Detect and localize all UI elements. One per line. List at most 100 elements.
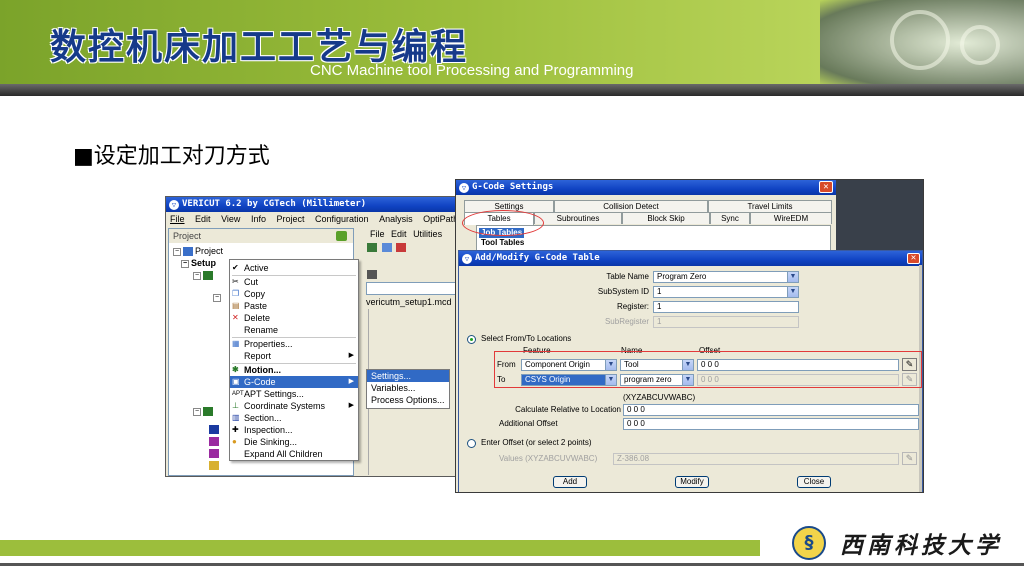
menu-item-inspection[interactable]: ✚ Inspection...: [230, 424, 358, 436]
project-panel-title: Project: [173, 231, 202, 241]
tab-wireedm[interactable]: WireEDM: [750, 212, 832, 224]
collapse-icon[interactable]: −: [173, 247, 181, 256]
additional-offset-input[interactable]: 0 0 0: [623, 418, 919, 430]
calc-relative-input[interactable]: 0 0 0: [623, 404, 919, 416]
menu-item-label: Copy: [244, 289, 266, 299]
menu-project[interactable]: Project: [276, 214, 304, 224]
tree-item-nc-program[interactable]: [209, 435, 221, 447]
chevron-down-icon[interactable]: ▼: [605, 375, 616, 385]
menu-item-coordinate-systems[interactable]: ⊥ Coordinate Systems ▶: [230, 400, 358, 412]
menu-item-section[interactable]: ▥ Section...: [230, 412, 358, 424]
tab-collision-detect[interactable]: Collision Detect: [554, 200, 708, 212]
menu-edit[interactable]: Edit: [195, 214, 211, 224]
file-path-field[interactable]: [366, 282, 460, 295]
menu-view[interactable]: View: [221, 214, 240, 224]
print-icon[interactable]: [381, 243, 392, 252]
scissors-icon: ✂: [232, 277, 239, 286]
add-modify-titlebar[interactable]: ▽ Add/Modify G-Code Table ✕: [459, 251, 922, 266]
menu-item-copy[interactable]: ❐ Copy: [230, 288, 358, 300]
add-modify-dialog: ▽ Add/Modify G-Code Table ✕ Table Name P…: [458, 250, 923, 492]
menu-item-delete[interactable]: ✕ Delete: [230, 312, 358, 324]
grid-icon[interactable]: [367, 243, 377, 252]
tree-item-component[interactable]: −: [213, 291, 223, 303]
menu-item-die-sinking[interactable]: ● Die Sinking...: [230, 436, 358, 448]
zoom-icon[interactable]: [367, 270, 377, 279]
check-icon[interactable]: [396, 243, 407, 252]
from-name-value: Tool: [624, 360, 639, 369]
vericut-titlebar[interactable]: ▽ VERICUT 6.2 by CGTech (Millimeter): [166, 197, 460, 212]
close-icon[interactable]: ✕: [907, 253, 920, 264]
from-name-select[interactable]: Tool ▼: [620, 359, 694, 371]
to-name-select[interactable]: program zero ▼: [620, 374, 694, 386]
collapse-icon[interactable]: −: [213, 293, 221, 302]
menu-item-cut[interactable]: ✂ Cut: [230, 276, 358, 288]
apt-icon: APT: [232, 391, 244, 397]
select-fromto-radio[interactable]: [467, 335, 476, 344]
from-feature-select[interactable]: Component Origin ▼: [521, 359, 617, 371]
menu-item-label: Properties...: [244, 339, 293, 349]
chevron-down-icon[interactable]: ▼: [787, 287, 798, 297]
add-icon[interactable]: [336, 231, 347, 241]
tab-block-skip[interactable]: Block Skip: [622, 212, 710, 224]
submenu-item-settings[interactable]: Settings...: [367, 370, 449, 382]
enter-offset-radio[interactable]: [467, 439, 476, 448]
tree-item-machine[interactable]: −: [193, 269, 215, 281]
menu-info[interactable]: Info: [251, 214, 266, 224]
project-panel-header: Project: [169, 229, 353, 243]
select-fromto-label: Select From/To Locations: [481, 334, 572, 343]
menu-item-gcode[interactable]: ▣ G-Code ▶: [230, 376, 358, 388]
collapse-icon[interactable]: −: [193, 407, 201, 416]
tab-travel-limits[interactable]: Travel Limits: [708, 200, 832, 212]
tree-item-saved-file[interactable]: [209, 459, 221, 471]
menu-item-motion[interactable]: ✱ Motion...: [230, 364, 358, 376]
view-menu-file[interactable]: File: [370, 229, 385, 239]
from-label: From: [497, 360, 516, 369]
close-icon[interactable]: ✕: [819, 181, 833, 193]
subsystem-select[interactable]: 1 ▼: [653, 286, 799, 298]
values-label: Values (XYZABCUVWABC): [499, 454, 598, 463]
table-name-select[interactable]: Program Zero ▼: [653, 271, 799, 283]
tree-item-project[interactable]: − Project: [173, 245, 223, 257]
check-icon: ✔: [232, 263, 239, 272]
modify-button[interactable]: Modify: [675, 476, 709, 488]
menu-item-rename[interactable]: Rename: [230, 324, 358, 336]
tree-item-label: Project: [195, 246, 224, 256]
submenu-item-variables[interactable]: Variables...: [367, 382, 449, 394]
menu-item-paste[interactable]: ▤ Paste: [230, 300, 358, 312]
chevron-down-icon[interactable]: ▼: [605, 360, 616, 370]
chevron-down-icon[interactable]: ▼: [682, 360, 693, 370]
menu-item-label: Motion...: [244, 365, 281, 375]
chevron-down-icon[interactable]: ▼: [682, 375, 693, 385]
view-menu-edit[interactable]: Edit: [391, 229, 407, 239]
tab-subroutines[interactable]: Subroutines: [534, 212, 622, 224]
machine-tool-image: [820, 0, 1024, 86]
collapse-icon[interactable]: −: [193, 271, 201, 280]
tree-item-nc-subroutine[interactable]: [209, 447, 221, 459]
add-button[interactable]: Add: [553, 476, 587, 488]
tab-sync[interactable]: Sync: [710, 212, 750, 224]
chevron-down-icon[interactable]: ▼: [787, 272, 798, 282]
subregister-label: SubRegister: [604, 317, 649, 326]
tree-item-tooling[interactable]: [209, 423, 221, 435]
pick-location-icon[interactable]: ✎: [902, 358, 917, 371]
menu-item-expand-all[interactable]: Expand All Children: [230, 448, 358, 460]
menu-item-apt-settings[interactable]: APT APT Settings...: [230, 388, 358, 400]
to-feature-select[interactable]: CSYS Origin ▼: [521, 374, 617, 386]
list-item-tool-tables[interactable]: Tool Tables: [479, 238, 526, 248]
menu-optipath[interactable]: OptiPath: [423, 214, 458, 224]
submenu-item-process-options[interactable]: Process Options...: [367, 394, 449, 406]
close-button[interactable]: Close: [797, 476, 831, 488]
menu-item-active[interactable]: ✔ Active: [230, 262, 358, 274]
menu-file[interactable]: File: [170, 214, 185, 224]
register-input[interactable]: 1: [653, 301, 799, 313]
menu-configuration[interactable]: Configuration: [315, 214, 369, 224]
from-offset-input[interactable]: 0 0 0: [697, 359, 899, 371]
menu-item-report[interactable]: Report ▶: [230, 350, 358, 362]
collapse-icon[interactable]: −: [181, 259, 189, 268]
tree-item-setup[interactable]: − Setup: [181, 257, 216, 269]
tree-item-coord[interactable]: −: [193, 405, 215, 417]
menu-analysis[interactable]: Analysis: [379, 214, 413, 224]
view-menu-utilities[interactable]: Utilities: [413, 229, 442, 239]
gcode-settings-titlebar[interactable]: ▽ G-Code Settings ✕: [456, 180, 836, 195]
menu-item-properties[interactable]: ▦ Properties...: [230, 338, 358, 350]
